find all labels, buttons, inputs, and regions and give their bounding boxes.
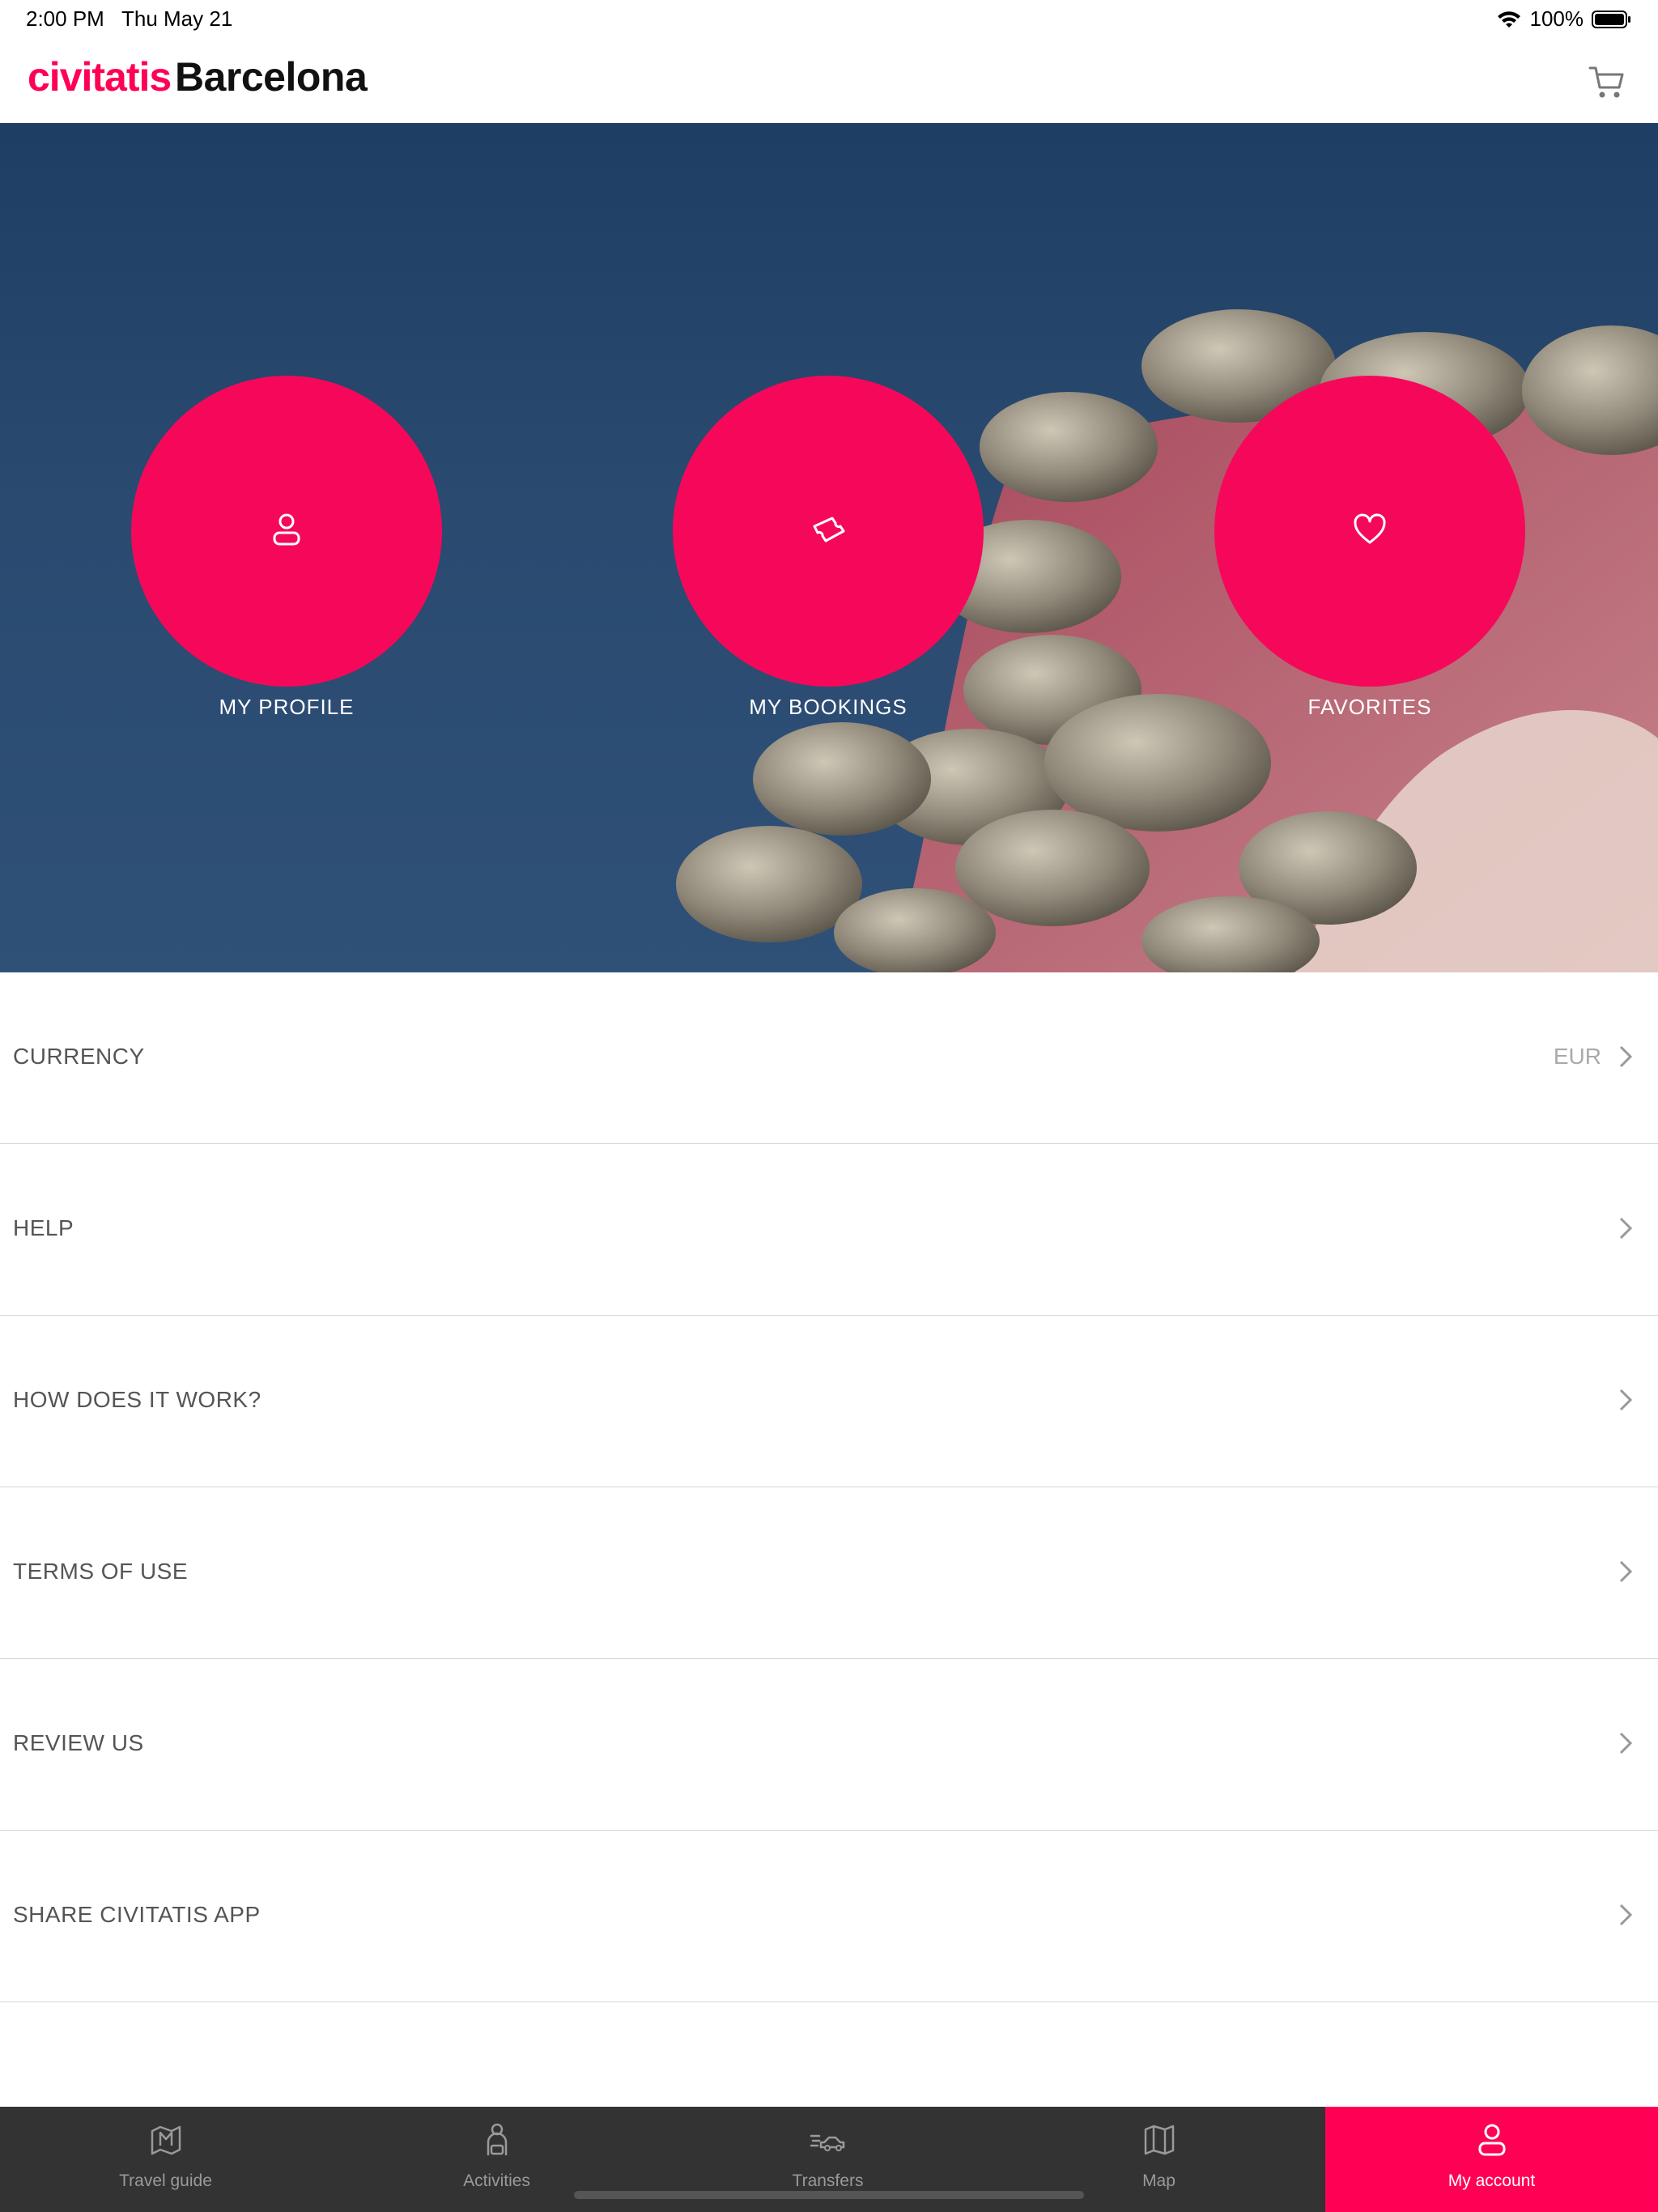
menu-item-label: HOW DOES IT WORK? (13, 1387, 261, 1412)
my-bookings-label: MY BOOKINGS (749, 695, 908, 719)
menu-item-label: SHARE CIVITATIS APP (13, 1902, 261, 1927)
tab-label: Travel guide (119, 2172, 212, 2190)
battery-icon (1592, 10, 1632, 29)
heart-icon (1352, 513, 1388, 550)
map-guide-icon (151, 2125, 181, 2155)
tab-label: Activities (463, 2172, 530, 2190)
menu-item-share-app[interactable]: SHARE CIVITATIS APP (0, 1831, 1658, 2002)
menu-item-help[interactable]: HELP (0, 1144, 1658, 1316)
tab-my-account[interactable]: My account (1325, 2107, 1658, 2212)
status-date: Thu May 21 (121, 6, 233, 31)
account-menu: CURRENCY EUR HELP HOW DOES IT WORK? TERM… (0, 972, 1658, 2002)
menu-item-terms-of-use[interactable]: TERMS OF USE (0, 1487, 1658, 1659)
status-indicators: 100% (1496, 6, 1633, 32)
person-activity-icon (487, 2123, 507, 2155)
user-icon (270, 512, 303, 551)
battery-percent: 100% (1529, 6, 1584, 31)
menu-item-label: REVIEW US (13, 1730, 144, 1755)
tab-label: Transfers (792, 2172, 864, 2190)
menu-item-label: TERMS OF USE (13, 1559, 189, 1584)
currency-value: EUR (1553, 1044, 1601, 1069)
chevron-right-icon (1619, 1217, 1633, 1240)
hero-banner: MY PROFILE MY BOOKINGS FAVORITES (0, 123, 1658, 972)
status-bar: 2:00 PM Thu May 21 100% (0, 0, 1658, 39)
tab-label: My account (1448, 2172, 1536, 2190)
my-profile-button[interactable] (131, 376, 442, 687)
my-bookings-button[interactable] (673, 376, 984, 687)
menu-item-label: CURRENCY (13, 1044, 145, 1069)
menu-item-label: HELP (13, 1215, 74, 1240)
car-transfer-icon (810, 2134, 844, 2151)
favorites-label: FAVORITES (1307, 695, 1432, 719)
map-icon (1144, 2125, 1174, 2155)
home-indicator[interactable] (574, 2191, 1084, 2199)
menu-item-how-it-works[interactable]: HOW DOES IT WORK? (0, 1316, 1658, 1487)
chevron-right-icon (1619, 1904, 1633, 1926)
brand-logo: civitatis (28, 54, 172, 100)
menu-item-review-us[interactable]: REVIEW US (0, 1659, 1658, 1831)
ticket-icon (810, 513, 847, 550)
wifi-icon (1496, 10, 1522, 29)
status-time: 2:00 PM (26, 6, 104, 31)
menu-item-currency[interactable]: CURRENCY EUR (0, 972, 1658, 1144)
tab-label: Map (1142, 2172, 1175, 2190)
cart-button[interactable] (1587, 62, 1627, 102)
cart-icon (1587, 66, 1627, 105)
chevron-right-icon (1619, 1045, 1633, 1068)
my-profile-label: MY PROFILE (219, 695, 355, 719)
city-title: Barcelona (175, 54, 368, 100)
chevron-right-icon (1619, 1560, 1633, 1583)
chevron-right-icon (1619, 1389, 1633, 1411)
tab-travel-guide[interactable]: Travel guide (0, 2107, 331, 2212)
app-header: civitatis Barcelona (0, 39, 1658, 124)
favorites-button[interactable] (1214, 376, 1525, 687)
user-icon (1478, 2124, 1505, 2156)
chevron-right-icon (1619, 1732, 1633, 1755)
